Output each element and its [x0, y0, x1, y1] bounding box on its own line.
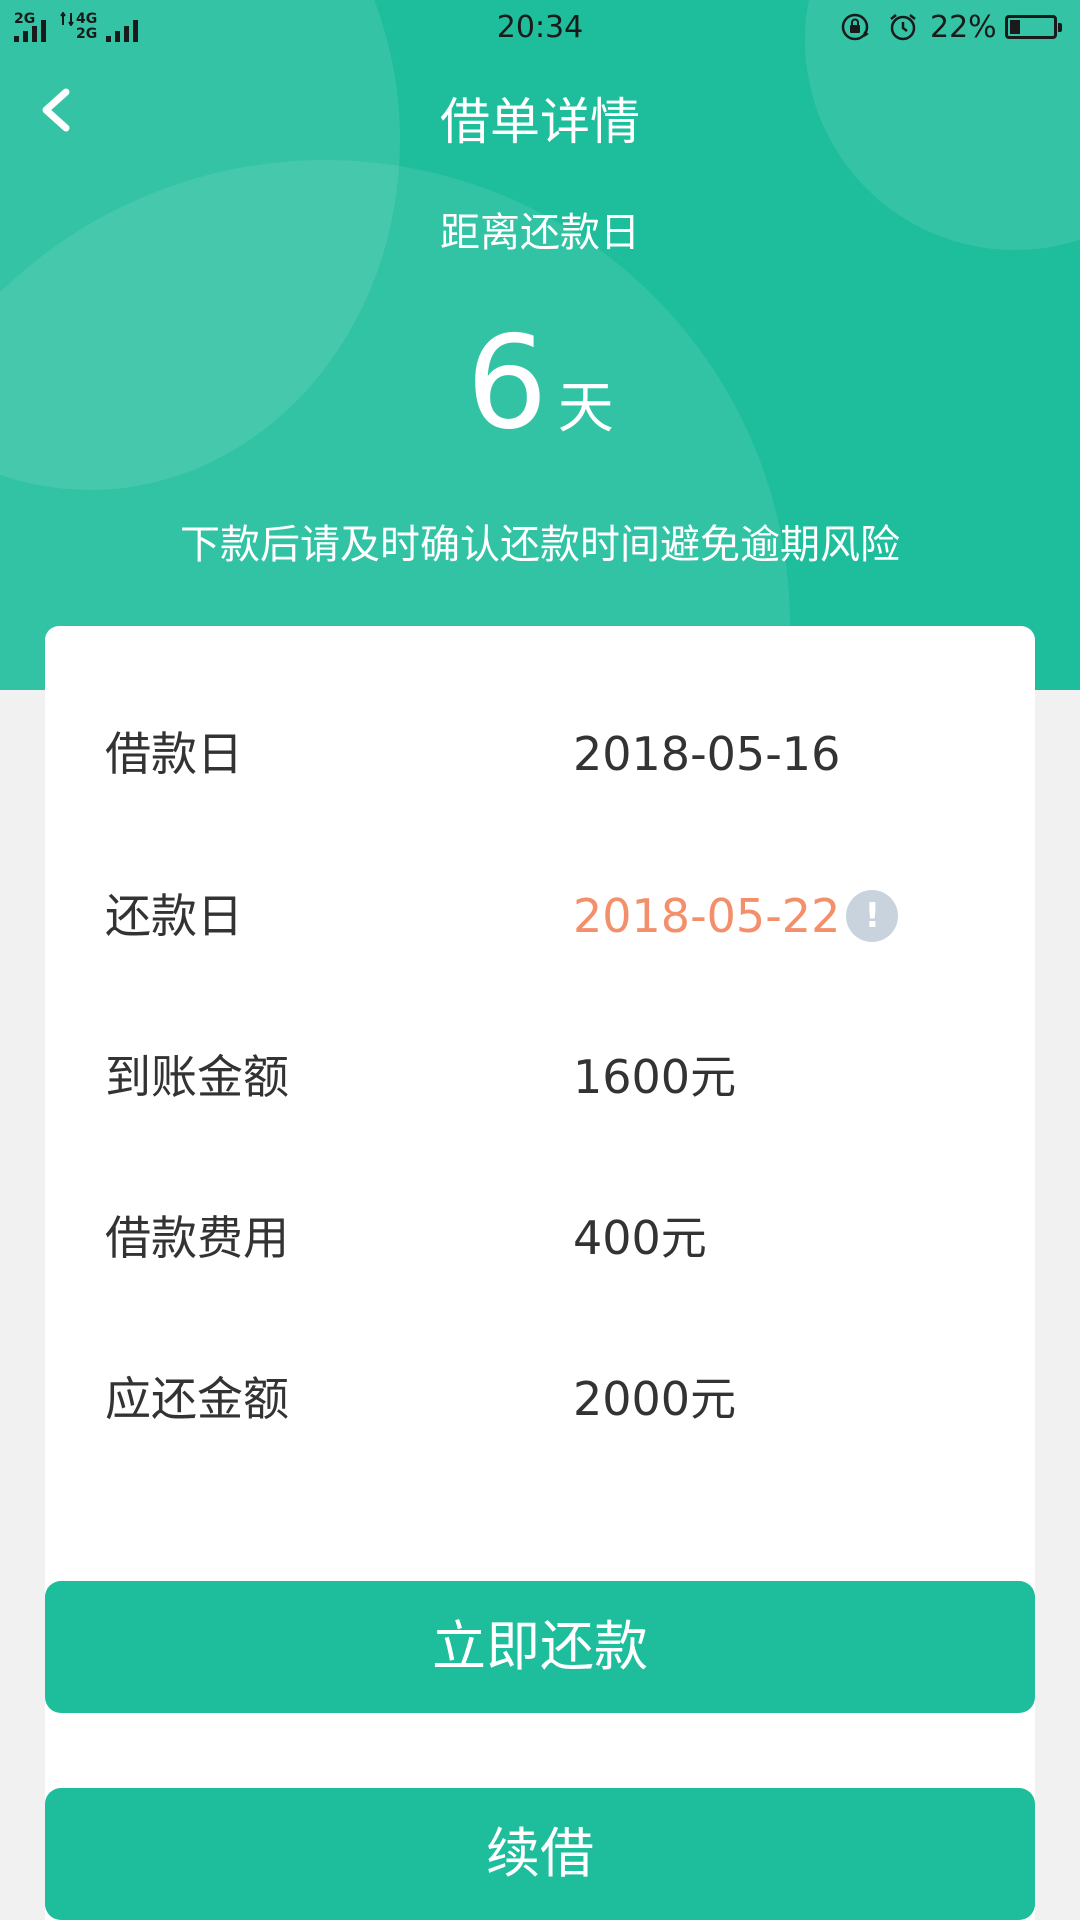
detail-row-received-amount: 到账金额 1600元	[45, 1037, 1035, 1117]
renew-loan-button[interactable]: 续借	[45, 1788, 1035, 1920]
clock: 20:34	[496, 10, 584, 45]
lock-rotate-icon	[841, 13, 869, 41]
detail-value: 2018-05-16	[573, 727, 841, 781]
detail-label: 到账金额	[105, 1050, 289, 1104]
detail-value: 2000元	[573, 1372, 737, 1426]
battery-percent: 22%	[930, 10, 997, 45]
detail-label: 还款日	[105, 889, 243, 943]
detail-row-due-date: 还款日 2018-05-22!	[45, 876, 1035, 956]
countdown-label: 距离还款日	[440, 210, 640, 256]
repay-now-button[interactable]: 立即还款	[45, 1581, 1035, 1713]
countdown-days: 6天	[0, 320, 1080, 448]
due-date-value: 2018-05-22	[573, 889, 841, 943]
page-title: 借单详情	[440, 93, 640, 151]
alarm-icon	[890, 14, 916, 41]
detail-row-amount-due: 应还金额 2000元	[45, 1359, 1035, 1439]
detail-value-due: 2018-05-22!	[573, 876, 899, 956]
battery-icon	[1005, 15, 1062, 39]
detail-label: 借款日	[105, 727, 243, 781]
battery-level-fill	[1010, 20, 1021, 34]
info-icon[interactable]: !	[846, 889, 899, 942]
countdown-days-unit: 天	[557, 376, 614, 441]
detail-row-loan-fee: 借款费用 400元	[45, 1198, 1035, 1278]
detail-row-loan-date: 借款日 2018-05-16	[45, 714, 1035, 794]
detail-label: 借款费用	[105, 1211, 289, 1265]
header-banner: 2G 4G 2G 20:34 22% 借单详情 距离还款日 6 天 下款后请及时…	[0, 0, 1080, 690]
loan-detail-page: 2G 4G 2G 20:34 22% 借单详情 距离还款日 6 天 下款后请及时…	[0, 0, 1080, 1920]
detail-value: 1600元	[573, 1050, 737, 1104]
loan-details-card: 借款日 2018-05-16 还款日 2018-05-22! 到账金额 1600…	[45, 626, 1035, 1920]
countdown-days-number: 6	[466, 309, 548, 458]
detail-label: 应还金额	[105, 1372, 289, 1426]
detail-value: 400元	[573, 1211, 707, 1265]
status-bar: 2G 4G 2G 20:34 22%	[0, 0, 1080, 56]
repayment-notice: 下款后请及时确认还款时间避免逾期风险	[180, 522, 900, 568]
